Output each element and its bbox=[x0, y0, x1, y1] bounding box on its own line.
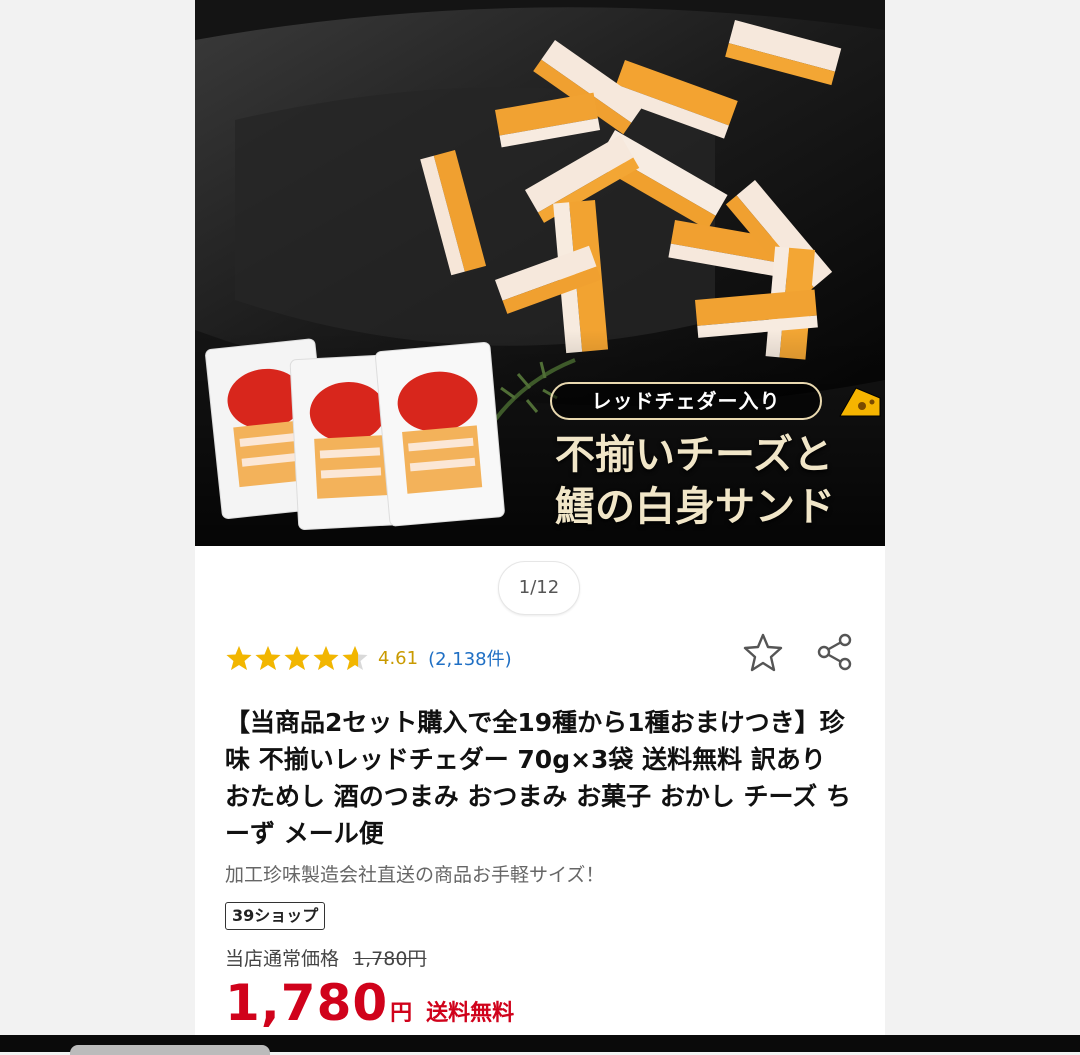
image-pager-indicator: 1/12 bbox=[498, 561, 580, 615]
rating-star-icon bbox=[313, 646, 339, 670]
star-outline-icon[interactable] bbox=[743, 632, 783, 672]
share-icon[interactable] bbox=[815, 632, 855, 672]
rating-star-icon bbox=[342, 646, 368, 670]
sale-price-unit: 円 bbox=[390, 1001, 413, 1026]
home-indicator[interactable] bbox=[70, 1045, 270, 1055]
rating-star-icon bbox=[255, 646, 281, 670]
regular-price-row: 当店通常価格 1,780円 bbox=[225, 944, 426, 971]
sale-price-row: 1,780 円 送料無料 bbox=[225, 974, 514, 1032]
rating-star-icon bbox=[226, 646, 252, 670]
review-count-link[interactable]: (2,138件) bbox=[428, 645, 512, 671]
free-shipping-label: 送料無料 bbox=[426, 1001, 515, 1026]
catch-copy: 加工珍味製造会社直送の商品お手軽サイズ！ bbox=[225, 864, 605, 886]
rating-row[interactable]: 4.61 (2,138件) bbox=[225, 640, 512, 676]
product-title: 【当商品2セット購入で全19種から1種おまけつき】珍味 不揃いレッドチェダー 7… bbox=[225, 708, 851, 848]
rating-star-icon bbox=[284, 646, 310, 670]
regular-price-label: 当店通常価格 bbox=[225, 948, 340, 970]
rating-stars bbox=[225, 644, 370, 672]
product-card: レッドチェダー入り 不揃いチーズと 鱈の白身サンド 1/12 4.61 (2,1… bbox=[195, 0, 885, 1035]
sale-price: 1,780 bbox=[225, 974, 389, 1032]
rating-value: 4.61 bbox=[378, 647, 419, 669]
shop-badge: 39ショップ bbox=[225, 902, 326, 930]
system-nav-bar bbox=[0, 1035, 1080, 1055]
regular-price: 1,780円 bbox=[353, 948, 427, 970]
hero-title-line1: 不揃いチーズと bbox=[555, 431, 833, 478]
hero-title-line2: 鱈の白身サンド bbox=[555, 483, 835, 530]
product-image[interactable]: レッドチェダー入り 不揃いチーズと 鱈の白身サンド bbox=[195, 0, 885, 546]
red-cheddar-label: レッドチェダー入り bbox=[550, 382, 822, 420]
